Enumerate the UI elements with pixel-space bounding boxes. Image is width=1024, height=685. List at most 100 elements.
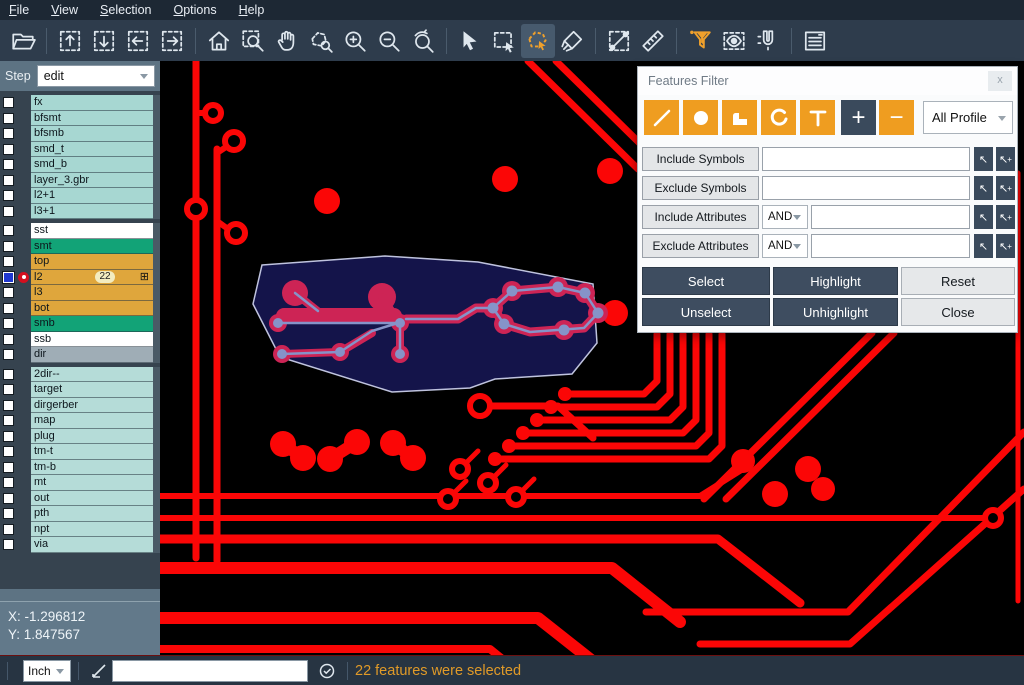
shape-tool-arc-icon[interactable] bbox=[761, 100, 796, 135]
layer-visibility-checkbox[interactable] bbox=[3, 175, 14, 186]
highlight-button[interactable]: Highlight bbox=[773, 267, 898, 295]
shape-tool-surface-icon[interactable] bbox=[722, 100, 757, 135]
layer-row-ssb[interactable]: ssb bbox=[0, 332, 160, 348]
zoom-in-icon[interactable] bbox=[338, 24, 372, 58]
layer-name[interactable]: dir bbox=[31, 347, 153, 363]
layer-visibility-checkbox[interactable] bbox=[3, 241, 14, 252]
layer-visibility-checkbox[interactable] bbox=[3, 159, 14, 170]
layer-visibility-checkbox[interactable] bbox=[3, 369, 14, 380]
pick-arrow-plus-button[interactable]: ↖+ bbox=[996, 147, 1015, 171]
pick-arrow-button[interactable]: ↖ bbox=[974, 176, 993, 200]
layer-row-mt[interactable]: mt bbox=[0, 475, 160, 491]
close-icon[interactable]: x bbox=[988, 71, 1012, 91]
and-select[interactable]: AND bbox=[762, 205, 808, 229]
layer-visibility-checkbox[interactable] bbox=[3, 349, 14, 360]
layer-row-smb[interactable]: smb bbox=[0, 316, 160, 332]
layer-name[interactable]: sst bbox=[31, 223, 153, 239]
layer-visibility-checkbox[interactable] bbox=[3, 113, 14, 124]
layer-name[interactable]: layer_3.gbr bbox=[31, 173, 153, 189]
select-polygon-icon[interactable] bbox=[521, 24, 555, 58]
zoom-area-icon[interactable] bbox=[236, 24, 270, 58]
include-symbols-button[interactable]: Include Symbols bbox=[642, 147, 759, 171]
view-options-icon[interactable] bbox=[717, 24, 751, 58]
include-attributes-input[interactable] bbox=[811, 205, 970, 229]
layer-row-smd_t[interactable]: smd_t bbox=[0, 142, 160, 158]
layer-name[interactable]: smt bbox=[31, 239, 153, 255]
profile-select[interactable]: All Profile bbox=[923, 101, 1013, 134]
layer-name[interactable]: npt bbox=[31, 522, 153, 538]
pick-arrow-plus-button[interactable]: ↖+ bbox=[996, 205, 1015, 229]
layer-visibility-checkbox[interactable] bbox=[3, 206, 14, 217]
step-select[interactable]: edit bbox=[37, 65, 155, 87]
layer-name[interactable]: smd_b bbox=[31, 157, 153, 173]
shape-tool-text-icon[interactable] bbox=[800, 100, 835, 135]
layer-name[interactable]: bfsmb bbox=[31, 126, 153, 142]
layer-visibility-checkbox[interactable] bbox=[3, 539, 14, 550]
layer-visibility-checkbox[interactable] bbox=[3, 303, 14, 314]
add-mode-button[interactable]: + bbox=[841, 100, 876, 135]
layer-visibility-checkbox[interactable] bbox=[3, 508, 14, 519]
remove-mode-button[interactable]: − bbox=[879, 100, 914, 135]
select-rect-icon[interactable] bbox=[487, 24, 521, 58]
layer-visibility-checkbox[interactable] bbox=[3, 384, 14, 395]
layer-row-l2[interactable]: l222⊞ bbox=[0, 270, 160, 286]
angle-mode-icon[interactable] bbox=[86, 662, 112, 680]
include-attributes-button[interactable]: Include Attributes bbox=[642, 205, 759, 229]
pick-arrow-plus-button[interactable]: ↖+ bbox=[996, 234, 1015, 258]
unselect-button[interactable]: Unselect bbox=[642, 298, 770, 326]
layer-visibility-checkbox[interactable] bbox=[3, 318, 14, 329]
layer-name[interactable]: via bbox=[31, 537, 153, 553]
and-select[interactable]: AND bbox=[762, 234, 808, 258]
layer-name[interactable]: top bbox=[31, 254, 153, 270]
shape-tool-pad-icon[interactable] bbox=[683, 100, 718, 135]
layer-row-out[interactable]: out bbox=[0, 491, 160, 507]
features-filter-icon[interactable] bbox=[683, 24, 717, 58]
layer-name[interactable]: tm-b bbox=[31, 460, 153, 476]
pick-arrow-plus-button[interactable]: ↖+ bbox=[996, 176, 1015, 200]
layer-row-dir[interactable]: dir bbox=[0, 347, 160, 363]
exclude-attributes-input[interactable] bbox=[811, 234, 970, 258]
layer-visibility-checkbox[interactable] bbox=[3, 256, 14, 267]
reset-button[interactable]: Reset bbox=[901, 267, 1015, 295]
snap-magnet-icon[interactable] bbox=[751, 24, 785, 58]
layer-visibility-checkbox[interactable] bbox=[3, 400, 14, 411]
clear-brush-icon[interactable] bbox=[555, 24, 589, 58]
layer-row-map[interactable]: map bbox=[0, 413, 160, 429]
layer-name[interactable]: plug bbox=[31, 429, 153, 445]
layer-visibility-checkbox[interactable] bbox=[3, 272, 14, 283]
layer-row-l3+1[interactable]: l3+1 bbox=[0, 204, 160, 220]
layer-name[interactable]: tm-t bbox=[31, 444, 153, 460]
layer-row-via[interactable]: via bbox=[0, 537, 160, 553]
dialog-title-bar[interactable]: Features Filter bbox=[638, 67, 1017, 95]
menu-options[interactable]: Options bbox=[173, 3, 216, 17]
pan-up-icon[interactable] bbox=[53, 24, 87, 58]
layer-visibility-checkbox[interactable] bbox=[3, 287, 14, 298]
layer-visibility-checkbox[interactable] bbox=[3, 477, 14, 488]
zoom-out-icon[interactable] bbox=[372, 24, 406, 58]
layers-panel-icon[interactable] bbox=[798, 24, 832, 58]
layer-row-plug[interactable]: plug bbox=[0, 429, 160, 445]
open-folder-icon[interactable] bbox=[6, 24, 40, 58]
select-button[interactable]: Select bbox=[642, 267, 770, 295]
zoom-previous-icon[interactable] bbox=[406, 24, 440, 58]
layer-name[interactable]: target bbox=[31, 382, 153, 398]
layer-row-bfsmb[interactable]: bfsmb bbox=[0, 126, 160, 142]
layer-row-target[interactable]: target bbox=[0, 382, 160, 398]
layer-row-smd_b[interactable]: smd_b bbox=[0, 157, 160, 173]
layer-visibility-checkbox[interactable] bbox=[3, 431, 14, 442]
unit-select[interactable]: Inch bbox=[23, 660, 71, 682]
layer-row-2dir--[interactable]: 2dir-- bbox=[0, 367, 160, 383]
pan-hand-icon[interactable] bbox=[270, 24, 304, 58]
layer-name[interactable]: pth bbox=[31, 506, 153, 522]
measure-line-icon[interactable] bbox=[602, 24, 636, 58]
close-button[interactable]: Close bbox=[901, 298, 1015, 326]
layer-visibility-checkbox[interactable] bbox=[3, 128, 14, 139]
layer-name[interactable]: 2dir-- bbox=[31, 367, 153, 383]
layer-visibility-checkbox[interactable] bbox=[3, 446, 14, 457]
layer-row-pth[interactable]: pth bbox=[0, 506, 160, 522]
zoom-polygon-icon[interactable] bbox=[304, 24, 338, 58]
layer-name[interactable]: smb bbox=[31, 316, 153, 332]
exclude-symbols-input[interactable] bbox=[762, 176, 970, 200]
ruler-icon[interactable] bbox=[636, 24, 670, 58]
layer-name[interactable]: l2+1 bbox=[31, 188, 153, 204]
